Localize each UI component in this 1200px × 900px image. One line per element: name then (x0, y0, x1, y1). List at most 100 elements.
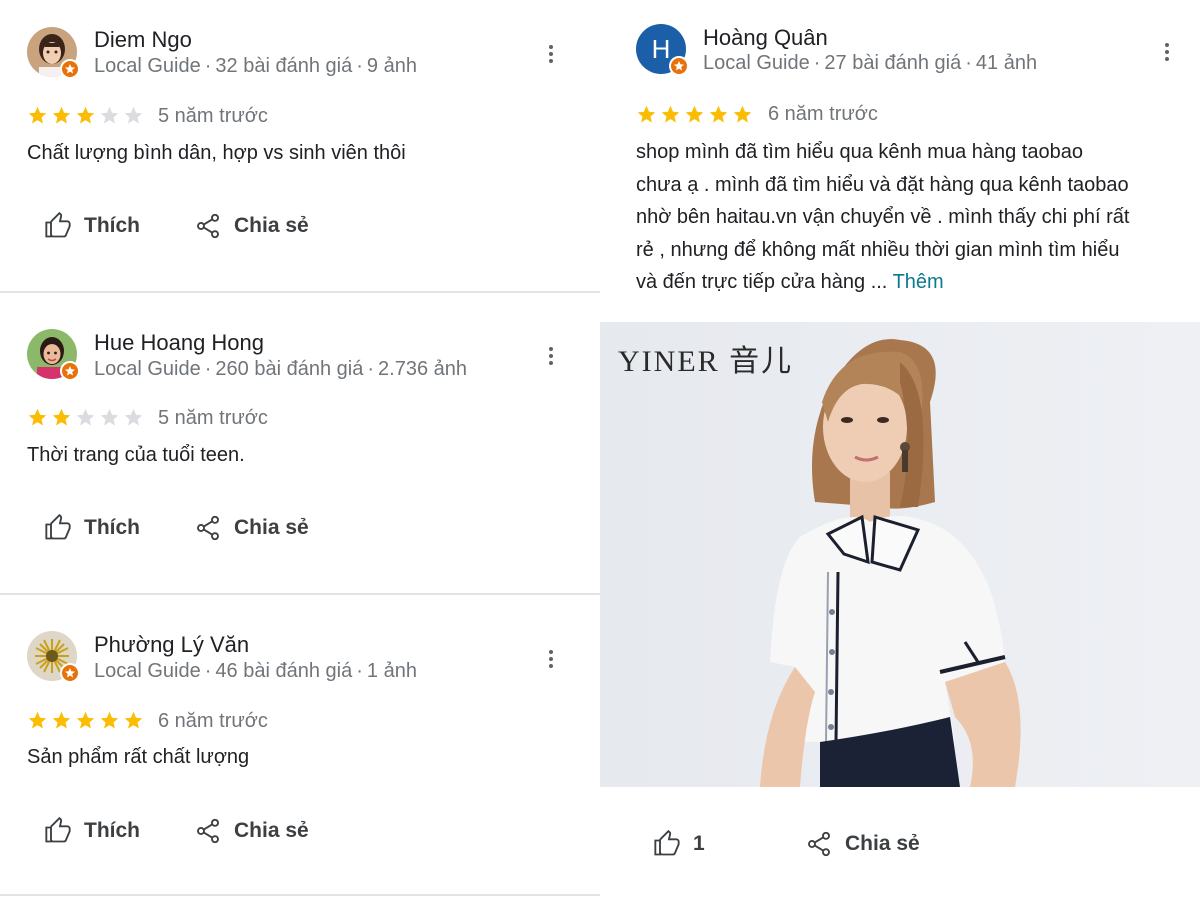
share-label: Chia sẻ (234, 516, 309, 539)
like-label: Thích (84, 516, 140, 539)
photo-count: 1 ảnh (366, 660, 417, 682)
review-count: 32 bài đánh giá (215, 55, 353, 77)
review-text-line-end: và đến trực tiếp cửa hàng ... (636, 271, 888, 293)
local-guide-label: Local Guide (94, 55, 201, 77)
star-rating (636, 104, 753, 125)
share-button[interactable]: Chia sẻ (194, 212, 309, 240)
star-icon (100, 408, 119, 426)
review-text: shop mình đã tìm hiểu qua kênh mua hàng … (636, 136, 1186, 299)
share-icon (197, 515, 219, 541)
like-button[interactable]: Thích (44, 212, 140, 240)
reviewer-meta: Local Guide · 27 bài đánh giá · 41 ảnh (703, 52, 1038, 74)
local-guide-badge-icon (60, 361, 80, 381)
share-label: Chia sẻ (845, 832, 920, 855)
review-card: Phường Lý Văn Local Guide · 46 bài đánh gi… (0, 595, 600, 895)
star-icon (685, 105, 704, 123)
share-label: Chia sẻ (234, 214, 309, 237)
review-text-line: nhờ bên haitau.vn vận chuyển về . mình t… (636, 206, 1130, 228)
more-vert-icon[interactable] (1155, 40, 1179, 64)
star-icon (76, 711, 95, 729)
star-icon (76, 408, 95, 426)
star-icon (100, 106, 119, 124)
review-photo-image (600, 322, 1200, 787)
thumb-up-icon (45, 514, 71, 540)
reviewer-meta: Local Guide · 260 bài đánh giá · 2.736 ảnh (94, 358, 467, 380)
review-text-line: và đến trực tiếp cửa hàng ... Thêm (636, 266, 1186, 299)
review-divider (0, 894, 600, 896)
photo-count: 9 ảnh (366, 55, 417, 77)
photo-count: 41 ảnh (975, 52, 1038, 74)
review-text: Sản phẩm rất chất lượng (27, 746, 250, 768)
review-photo[interactable]: YINER 音儿 (600, 322, 1200, 787)
like-button[interactable]: Thích (44, 514, 140, 542)
more-vert-icon[interactable] (539, 42, 563, 66)
thumb-up-icon (45, 817, 71, 843)
star-icon (28, 106, 47, 124)
star-rating (27, 105, 144, 126)
star-icon (637, 105, 656, 123)
photo-count: 2.736 ảnh (378, 358, 467, 380)
reviewer-name[interactable]: Hoàng Quân (703, 25, 828, 51)
avatar[interactable] (27, 631, 80, 683)
local-guide-badge-icon (669, 56, 689, 76)
star-icon (28, 711, 47, 729)
star-icon (124, 711, 143, 729)
left-review-column: Diem Ngo Local Guide · 32 bài đánh giá · 9 ả… (0, 0, 600, 900)
star-icon (733, 105, 752, 123)
reviewer-name[interactable]: Diem Ngo (94, 27, 192, 53)
local-guide-badge-icon (60, 59, 80, 79)
reviewer-name[interactable]: Hue Hoang Hong (94, 330, 264, 356)
review-text-line: rẻ , nhưng để không mất nhiều thời gian … (636, 238, 1120, 261)
more-vert-icon[interactable] (539, 647, 563, 671)
review-time: 6 năm trước (158, 710, 268, 732)
local-guide-badge-icon (60, 663, 80, 683)
avatar[interactable] (27, 27, 80, 79)
share-icon (197, 818, 219, 844)
review-text: Chất lượng bình dân, hợp vs sinh viên th… (27, 142, 406, 164)
share-button[interactable]: Chia sẻ (194, 817, 309, 845)
thumb-up-icon (45, 212, 71, 238)
like-label: Thích (84, 819, 140, 842)
local-guide-label: Local Guide (94, 358, 201, 380)
star-rating (27, 407, 144, 428)
star-icon (100, 711, 119, 729)
review-count: 46 bài đánh giá (215, 660, 353, 682)
local-guide-label: Local Guide (703, 52, 810, 74)
star-icon (28, 408, 47, 426)
review-time: 5 năm trước (158, 105, 268, 127)
more-vert-icon[interactable] (539, 344, 563, 368)
star-icon (76, 106, 95, 124)
thumb-up-icon (654, 830, 680, 856)
star-icon (124, 408, 143, 426)
share-icon (197, 213, 219, 239)
photo-brand-watermark: YINER 音儿 (618, 345, 794, 378)
star-icon (661, 105, 680, 123)
reviewer-meta: Local Guide · 46 bài đánh giá · 1 ảnh (94, 660, 417, 682)
right-review-column: H Hoàng Quân Local Guide · 27 bài đánh giá… (600, 0, 1200, 900)
star-rating (27, 710, 144, 731)
review-text-line: chưa ạ . mình đã tìm hiểu và đặt hàng qu… (636, 173, 1129, 196)
share-button[interactable]: Chia sẻ (805, 830, 920, 858)
avatar[interactable]: H (636, 24, 689, 76)
review-card: Hue Hoang Hong Local Guide · 260 bài đánh … (0, 293, 600, 593)
share-label: Chia sẻ (234, 819, 309, 842)
share-button[interactable]: Chia sẻ (194, 514, 309, 542)
review-count: 260 bài đánh giá (215, 358, 364, 380)
more-link[interactable]: Thêm (893, 271, 944, 293)
star-icon (52, 711, 71, 729)
star-icon (52, 408, 71, 426)
local-guide-label: Local Guide (94, 660, 201, 682)
reviewer-name[interactable]: Phường Lý Văn (94, 632, 249, 658)
reviewer-meta: Local Guide · 32 bài đánh giá · 9 ảnh (94, 55, 417, 77)
avatar[interactable] (27, 329, 80, 381)
share-icon (808, 831, 830, 857)
review-count: 27 bài đánh giá (824, 52, 962, 74)
like-button[interactable]: Thích (44, 817, 140, 845)
review-text: Thời trang của tuổi teen. (27, 444, 245, 466)
like-button[interactable]: 1 (653, 830, 705, 858)
review-card: Diem Ngo Local Guide · 32 bài đánh giá · 9 ả… (0, 0, 600, 292)
review-time: 5 năm trước (158, 407, 268, 429)
star-icon (709, 105, 728, 123)
like-count: 1 (693, 832, 705, 855)
like-label: Thích (84, 214, 140, 237)
